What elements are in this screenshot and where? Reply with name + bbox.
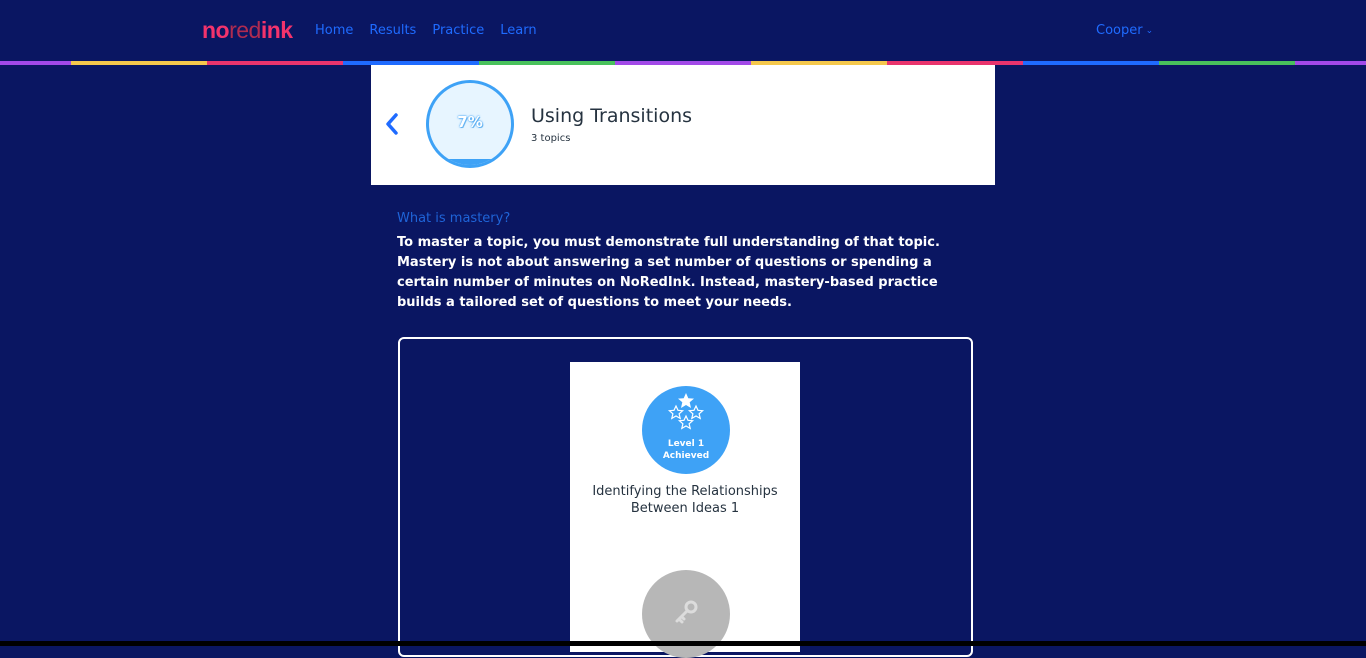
- back-arrow-icon[interactable]: [383, 111, 401, 137]
- key-icon: [675, 600, 698, 624]
- stripe-segment: [1159, 61, 1295, 65]
- logo-part-no: no: [202, 17, 230, 43]
- unit-topic-count: 3 topics: [531, 133, 571, 144]
- chevron-down-icon: ⌄: [1145, 25, 1154, 36]
- progress-ring: 7%: [426, 80, 514, 168]
- stripe-segment: [207, 61, 343, 65]
- stripe-segment: [71, 61, 207, 65]
- stripe-segment: [0, 61, 71, 65]
- logo-part-ink: ink: [260, 17, 293, 43]
- logo-part-red: red: [229, 17, 261, 43]
- noredink-logo[interactable]: noredink: [202, 17, 293, 44]
- progress-fill: [429, 159, 511, 165]
- level-achieved-label: Level 1 Achieved: [642, 438, 730, 462]
- top-navigation: noredink Home Results Practice Learn Coo…: [0, 0, 1366, 62]
- stripe-segment: [1295, 61, 1366, 65]
- user-menu[interactable]: Cooper ⌄: [1096, 23, 1153, 38]
- nav-link-home[interactable]: Home: [315, 23, 353, 38]
- nav-link-learn[interactable]: Learn: [500, 23, 536, 38]
- nav-links: Home Results Practice Learn: [315, 23, 537, 38]
- topic-list: Level 1 Achieved Identifying the Relatio…: [570, 362, 800, 658]
- unit-header-card: 7% Using Transitions 3 topics: [371, 65, 995, 185]
- nav-link-results[interactable]: Results: [369, 23, 416, 38]
- achieved-line: Achieved: [662, 451, 710, 461]
- progress-percent: 7%: [457, 113, 483, 131]
- topic-name[interactable]: Identifying the Relationships Between Id…: [570, 483, 800, 517]
- bottom-edge: [0, 641, 1366, 646]
- level-line: Level 1: [667, 439, 705, 449]
- mastery-heading: What is mastery?: [397, 211, 511, 226]
- stars-icon: [667, 393, 705, 430]
- nav-link-practice[interactable]: Practice: [432, 23, 484, 38]
- mastery-description: To master a topic, you must demonstrate …: [397, 235, 940, 310]
- unit-title: Using Transitions: [531, 105, 693, 127]
- stripe-segment: [1023, 61, 1159, 65]
- user-name: Cooper: [1096, 23, 1143, 38]
- topic-badge-achieved[interactable]: Level 1 Achieved: [642, 386, 730, 474]
